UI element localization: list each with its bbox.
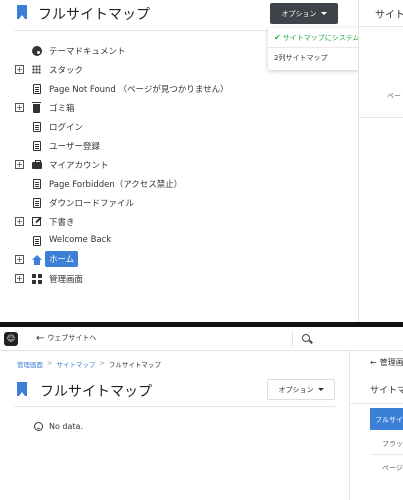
right-panel-back-link[interactable]: ← 管理画 — [370, 357, 403, 368]
right-panel-title: サイトマ — [375, 10, 403, 21]
expand-icon[interactable]: + — [15, 274, 24, 283]
edit-icon — [31, 216, 42, 227]
right-panel-divider — [359, 117, 403, 118]
grid-icon — [31, 64, 42, 75]
tiles-icon — [31, 273, 42, 284]
tree-node-drafts[interactable]: + 下書き — [0, 213, 300, 231]
document-icon — [31, 121, 42, 132]
tree-node-stacks[interactable]: + スタック — [0, 61, 300, 79]
app-logo-icon[interactable]: ☺ — [4, 332, 18, 346]
document-icon — [31, 178, 42, 189]
tree-node-label[interactable]: スタック — [49, 64, 83, 76]
header-divider — [14, 30, 269, 31]
right-panel-item[interactable]: ペー — [387, 91, 401, 101]
tree-node-label-selected[interactable]: ホーム — [45, 251, 79, 267]
tree-node-theme-docs[interactable]: テーマドキュメント — [0, 42, 300, 60]
options-button[interactable]: オプション — [270, 3, 338, 24]
options-button[interactable]: オプション — [267, 379, 335, 400]
tree-node-my-account[interactable]: + マイアカウント — [0, 156, 300, 174]
palette-icon — [31, 45, 42, 56]
tree-node-register[interactable]: ユーザー登録 — [0, 137, 300, 155]
empty-state: No data. — [34, 422, 83, 431]
trash-icon — [31, 102, 42, 113]
caret-down-icon — [317, 388, 324, 391]
tree-node-label[interactable]: Welcome Back — [49, 235, 111, 245]
tree-node-label[interactable]: テーマドキュメント — [49, 45, 126, 57]
expand-icon[interactable]: + — [15, 255, 24, 264]
right-panel-back-label: 管理画 — [379, 358, 403, 367]
briefcase-icon — [31, 159, 42, 170]
expand-icon[interactable]: + — [15, 160, 24, 169]
bookmark-icon — [17, 5, 27, 19]
arrow-left-icon: ← — [370, 358, 377, 367]
check-icon: ✔ — [274, 33, 281, 42]
breadcrumb-separator: > — [47, 359, 53, 367]
breadcrumb-current: フルサイトマップ — [108, 361, 161, 369]
page-title: フルサイトマップ — [40, 383, 152, 399]
tree-node-page-not-found[interactable]: Page Not Found （ページが見つかりません） — [0, 80, 300, 98]
arrow-left-icon: ← — [36, 332, 45, 344]
document-icon — [31, 83, 42, 94]
right-panel-item-flat[interactable]: フラット — [382, 439, 403, 449]
smile-icon — [34, 422, 43, 431]
tree-node-download-file[interactable]: ダウンロードファイル — [0, 194, 300, 212]
toolbar-divider — [292, 331, 293, 347]
caret-down-icon — [320, 12, 327, 15]
sitemap-screen-empty: ☺ ← ウェブサイトへ 管理画面 > サイトマップ > フルサイトマップ フルサ… — [0, 327, 403, 500]
tree-node-login[interactable]: ログイン — [0, 118, 300, 136]
search-icon[interactable] — [302, 334, 310, 342]
back-to-website-link[interactable]: ← ウェブサイトへ — [36, 333, 96, 343]
back-to-website-label: ウェブサイトへ — [47, 334, 97, 342]
admin-toolbar: ☺ ← ウェブサイトへ — [0, 327, 403, 351]
right-panel-divider — [350, 403, 403, 404]
tree-node-home[interactable]: + ホーム — [0, 251, 300, 269]
breadcrumb-link-admin[interactable]: 管理画面 — [17, 359, 43, 369]
tree-node-label[interactable]: 管理画面 — [49, 273, 83, 285]
sitemap-screen-expanded: フルサイトマップ オプション ✔ サイトマップにシステムページを含める 2列サイト… — [0, 0, 403, 322]
right-panel-item-page[interactable]: ページ — [382, 463, 403, 473]
expand-icon[interactable]: + — [15, 103, 24, 112]
tree-node-welcome-back[interactable]: Welcome Back — [0, 232, 300, 250]
right-panel: ← 管理画 サイトマ フルサイ フラット ページ — [349, 351, 403, 500]
breadcrumb-link-sitemap[interactable]: サイトマップ — [56, 359, 95, 369]
tree-node-label[interactable]: ゴミ箱 — [49, 102, 75, 114]
tree-node-label[interactable]: 下書き — [49, 216, 75, 228]
right-panel: サイトマ ペー — [358, 0, 403, 322]
right-panel-title: サイトマ — [370, 386, 403, 396]
document-icon — [31, 197, 42, 208]
tree-node-label[interactable]: Page Forbidden（アクセス禁止） — [49, 178, 182, 190]
tree-node-label[interactable]: ユーザー登録 — [49, 140, 100, 152]
right-panel-divider — [359, 26, 403, 27]
right-panel-item-full-sitemap[interactable]: フルサイ — [370, 408, 403, 430]
breadcrumb-separator: > — [99, 359, 105, 367]
tree-node-dashboard[interactable]: + 管理画面 — [0, 270, 300, 288]
header-divider — [14, 406, 335, 407]
tree-node-trash[interactable]: + ゴミ箱 — [0, 99, 300, 117]
home-icon — [31, 254, 42, 265]
document-icon — [31, 140, 42, 151]
page-title: フルサイトマップ — [38, 6, 150, 22]
options-button-label: オプション — [281, 9, 317, 18]
tree-node-label[interactable]: マイアカウント — [49, 159, 109, 171]
expand-icon[interactable]: + — [15, 65, 24, 74]
tree-node-label[interactable]: ダウンロードファイル — [49, 197, 134, 209]
tree-node-page-forbidden[interactable]: Page Forbidden（アクセス禁止） — [0, 175, 300, 193]
empty-state-text: No data. — [49, 422, 83, 431]
right-panel-divider — [370, 454, 403, 455]
tree-node-label[interactable]: Page Not Found （ページが見つかりません） — [49, 83, 229, 95]
expand-icon[interactable]: + — [15, 217, 24, 226]
tree-node-label[interactable]: ログイン — [49, 121, 83, 133]
options-button-label: オプション — [278, 385, 314, 394]
bookmark-icon — [17, 382, 27, 396]
document-icon — [31, 235, 42, 246]
breadcrumb: 管理画面 > サイトマップ > フルサイトマップ — [17, 359, 161, 369]
